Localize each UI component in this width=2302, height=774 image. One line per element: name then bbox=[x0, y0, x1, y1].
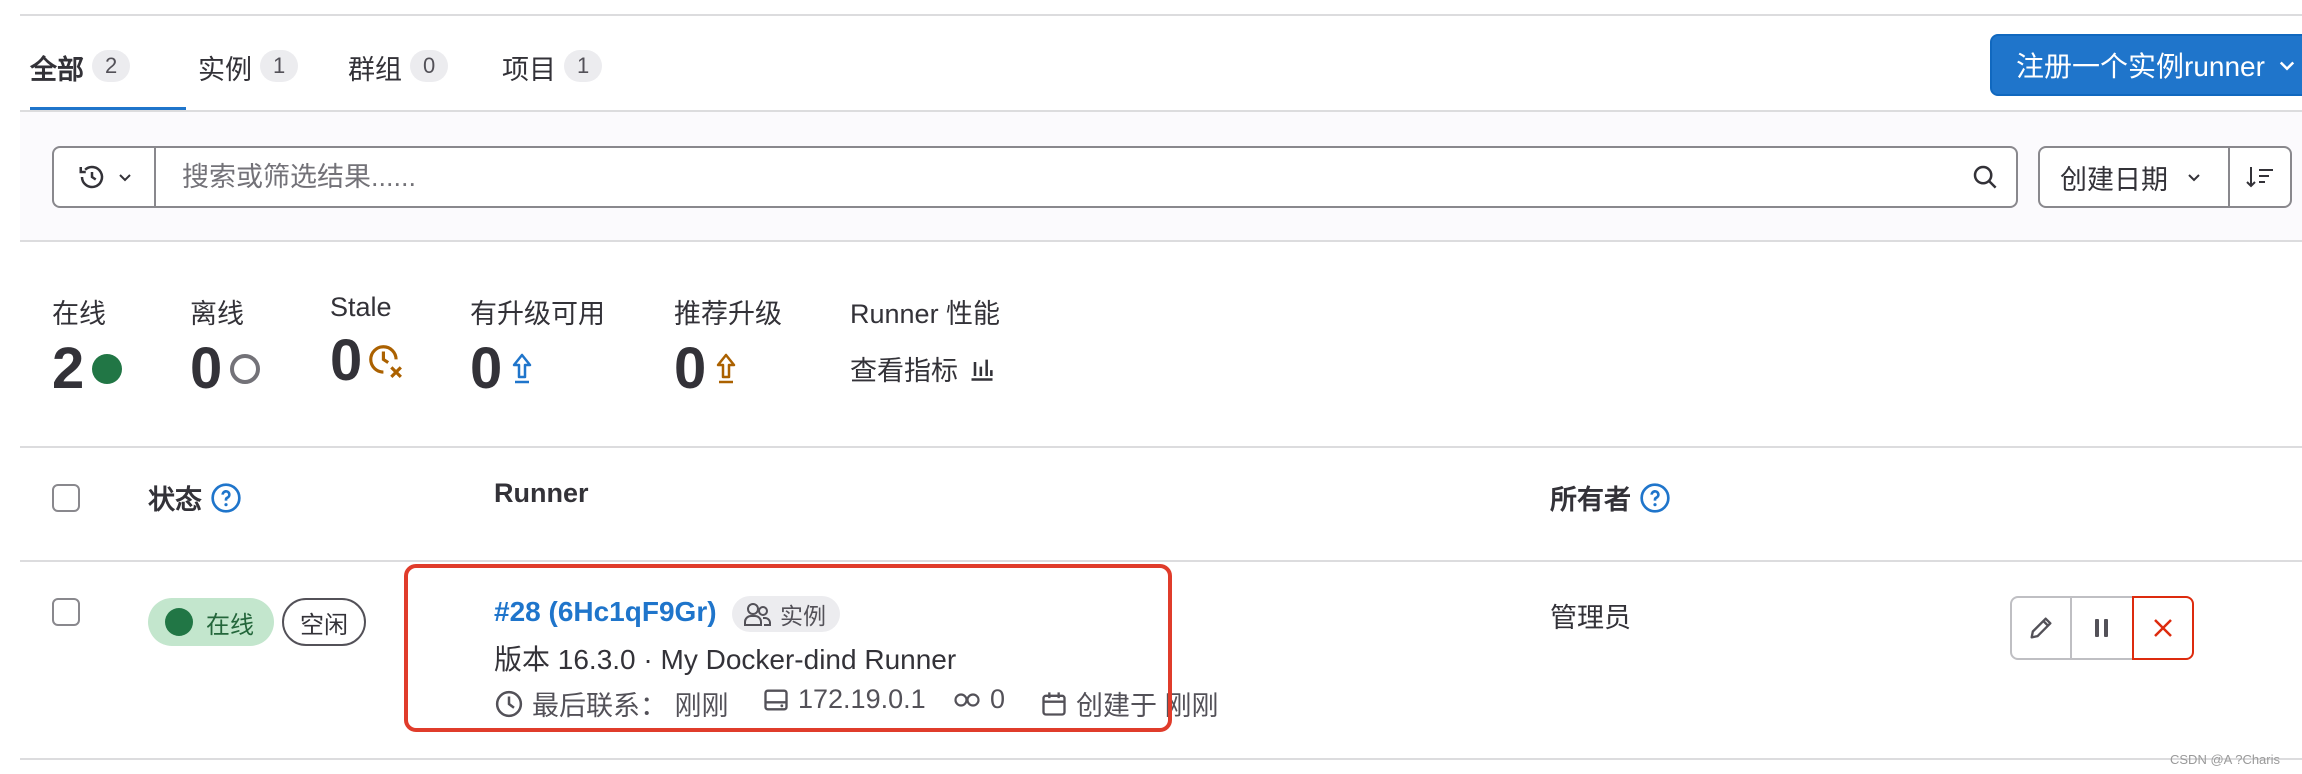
stat-upgrade-recommended-label: 推荐升级 bbox=[674, 299, 782, 329]
row-checkbox[interactable] bbox=[52, 598, 80, 626]
sort-direction-button[interactable] bbox=[2228, 146, 2292, 208]
status-online-icon bbox=[90, 352, 124, 386]
highlight-box bbox=[404, 564, 1172, 732]
status-badge-online: 在线 bbox=[148, 598, 274, 646]
delete-runner-button[interactable] bbox=[2132, 596, 2194, 660]
chevron-down-icon bbox=[2186, 169, 2202, 185]
header-runner: Runner bbox=[494, 478, 589, 509]
edit-runner-button[interactable] bbox=[2010, 596, 2072, 660]
stat-online-value: 2 bbox=[52, 336, 85, 401]
stat-stale-label: Stale bbox=[330, 292, 392, 322]
tab-instance[interactable]: 实例 1 bbox=[198, 40, 299, 112]
status-offline-icon bbox=[228, 352, 262, 386]
search-input[interactable] bbox=[154, 146, 1956, 208]
tab-all[interactable]: 全部 2 bbox=[30, 40, 186, 112]
tab-instance-label: 实例 bbox=[198, 55, 252, 85]
tab-project[interactable]: 项目 1 bbox=[502, 40, 603, 112]
stat-offline-label: 离线 bbox=[190, 299, 244, 329]
tab-group-label: 群组 bbox=[348, 55, 402, 85]
select-all-checkbox[interactable] bbox=[52, 484, 80, 512]
stat-upgrade-available-label: 有升级可用 bbox=[470, 299, 605, 329]
header-status-label: 状态 bbox=[148, 485, 202, 515]
stat-upgrade-recommended: 推荐升级 0 bbox=[674, 292, 782, 401]
help-icon[interactable] bbox=[1639, 482, 1671, 514]
view-metrics-link[interactable]: 查看指标 bbox=[850, 349, 1000, 388]
help-icon[interactable] bbox=[210, 482, 242, 514]
pause-runner-button[interactable] bbox=[2072, 596, 2134, 660]
sort-by-label: 创建日期 bbox=[2060, 164, 2168, 195]
stat-upgrade-available: 有升级可用 0 bbox=[470, 292, 605, 401]
top-divider bbox=[20, 14, 2302, 16]
tab-group-count: 0 bbox=[410, 50, 449, 82]
stat-upgrade-recommended-value: 0 bbox=[674, 336, 707, 401]
row-actions bbox=[2010, 596, 2194, 660]
tab-group[interactable]: 群组 0 bbox=[348, 40, 449, 112]
status-badge-idle: 空闲 bbox=[282, 598, 366, 646]
stats-divider bbox=[20, 446, 2302, 448]
pencil-icon bbox=[2027, 614, 2055, 642]
sort-by-dropdown[interactable]: 创建日期 bbox=[2038, 146, 2230, 208]
search-button[interactable] bbox=[1954, 146, 2018, 208]
table-header-divider bbox=[20, 560, 2302, 562]
upgrade-available-icon bbox=[510, 352, 534, 386]
stat-offline: 离线 0 bbox=[190, 292, 262, 401]
chart-icon bbox=[968, 355, 996, 383]
tab-instance-count: 1 bbox=[260, 50, 299, 82]
pause-icon bbox=[2092, 617, 2112, 639]
row-divider bbox=[20, 758, 2302, 760]
watermark: CSDN @A ?Charis bbox=[2170, 752, 2281, 767]
chevron-down-icon bbox=[117, 169, 133, 185]
tab-project-label: 项目 bbox=[502, 55, 556, 85]
stat-stale: Stale 0 bbox=[330, 292, 404, 393]
idle-badge-label: 空闲 bbox=[300, 611, 348, 639]
close-icon bbox=[2151, 616, 2175, 640]
runner-owner: 管理员 bbox=[1550, 603, 1631, 633]
sort-lowest-icon bbox=[2244, 164, 2276, 190]
header-owner-label: 所有者 bbox=[1550, 485, 1631, 515]
status-badge-label: 在线 bbox=[206, 611, 254, 639]
tab-all-count: 2 bbox=[92, 50, 131, 82]
header-status: 状态 bbox=[148, 478, 242, 517]
search-history-button[interactable] bbox=[52, 146, 156, 208]
view-metrics-label: 查看指标 bbox=[850, 356, 958, 386]
chevron-down-icon bbox=[2277, 55, 2297, 75]
runner-tabs: 全部 2 实例 1 群组 0 项目 1 bbox=[20, 40, 2302, 112]
stat-upgrade-available-value: 0 bbox=[470, 336, 503, 401]
register-runner-button[interactable]: 注册一个实例runner bbox=[1990, 34, 2302, 96]
status-stale-icon bbox=[366, 342, 404, 380]
register-runner-label: 注册一个实例runner bbox=[2016, 51, 2265, 82]
stat-online-label: 在线 bbox=[52, 299, 106, 329]
header-owner: 所有者 bbox=[1550, 478, 1671, 517]
stat-stale-value: 0 bbox=[330, 328, 363, 393]
header-runner-label: Runner bbox=[494, 478, 589, 508]
upgrade-recommended-icon bbox=[714, 352, 738, 386]
stat-offline-value: 0 bbox=[190, 336, 223, 401]
stat-online: 在线 2 bbox=[52, 292, 124, 401]
stat-performance: Runner 性能 查看指标 bbox=[850, 292, 1000, 388]
history-icon bbox=[77, 162, 107, 192]
tab-project-count: 1 bbox=[564, 50, 603, 82]
tab-all-label: 全部 bbox=[30, 55, 84, 85]
search-icon bbox=[1970, 162, 2000, 192]
stat-performance-label: Runner 性能 bbox=[850, 299, 1001, 329]
